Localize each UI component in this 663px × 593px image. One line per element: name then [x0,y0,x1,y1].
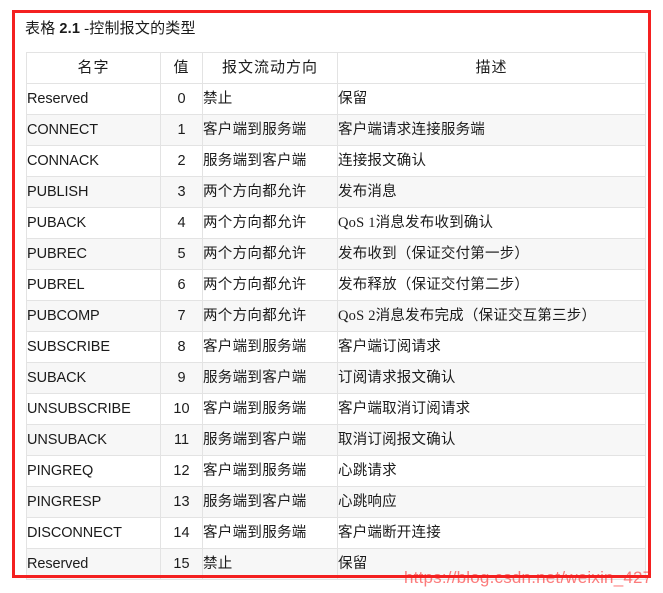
table-row: UNSUBSCRIBE 10 客户端到服务端 客户端取消订阅请求 [26,393,646,425]
cell-flow-direction: 服务端到客户端 [202,145,338,177]
cell-packet-value: 13 [160,486,203,518]
cell-flow-direction: 禁止 [202,83,338,115]
cell-packet-name: PUBACK [26,207,161,239]
cell-packet-value: 9 [160,362,203,394]
cell-packet-name: UNSUBACK [26,424,161,456]
caption-prefix: 表格 [25,21,60,37]
cell-packet-description: 客户端取消订阅请求 [337,393,646,425]
caption-number: 2.1 [59,21,81,37]
cell-packet-name: Reserved [26,548,161,580]
cell-packet-description: 心跳请求 [337,455,646,487]
cell-flow-direction: 客户端到服务端 [202,517,338,549]
cell-packet-name: CONNACK [26,145,161,177]
cell-flow-direction: 客户端到服务端 [202,455,338,487]
cell-packet-name: SUBACK [26,362,161,394]
cell-packet-description: 连接报文确认 [337,145,646,177]
cell-packet-name: PINGRESP [26,486,161,518]
table-row: SUBACK 9 服务端到客户端 订阅请求报文确认 [26,362,646,394]
table-row: Reserved 0 禁止 保留 [26,83,646,115]
caption-suffix: -控制报文的类型 [80,21,196,37]
table-row: PUBCOMP 7 两个方向都允许 QoS 2消息发布完成（保证交互第三步） [26,300,646,332]
cell-packet-description: 客户端断开连接 [337,517,646,549]
cell-packet-description: 发布收到（保证交付第一步） [337,238,646,270]
table-row: DISCONNECT 14 客户端到服务端 客户端断开连接 [26,517,646,549]
cell-packet-name: PUBREL [26,269,161,301]
cell-packet-value: 1 [160,114,203,146]
column-header-value: 值 [160,52,203,84]
cell-packet-description: 心跳响应 [337,486,646,518]
cell-packet-description: 客户端订阅请求 [337,331,646,363]
cell-flow-direction: 禁止 [202,548,338,580]
table-row: PUBLISH 3 两个方向都允许 发布消息 [26,176,646,208]
cell-packet-value: 15 [160,548,203,580]
cell-packet-description: 订阅请求报文确认 [337,362,646,394]
table-body: Reserved 0 禁止 保留 CONNECT 1 客户端到服务端 客户端请求连接服务端 CO… [26,83,646,580]
control-packet-types-table: 名字 值 报文流动方向 描述 Reserved 0 禁止 保留 CONNECT 1 客户端到… [26,52,646,580]
cell-packet-description: 客户端请求连接服务端 [337,114,646,146]
cell-packet-value: 5 [160,238,203,270]
cell-packet-name: PUBREC [26,238,161,270]
column-header-name: 名字 [26,52,161,84]
table-row: PUBREL 6 两个方向都允许 发布释放（保证交付第二步） [26,269,646,301]
cell-flow-direction: 服务端到客户端 [202,424,338,456]
cell-packet-description: 发布释放（保证交付第二步） [337,269,646,301]
cell-flow-direction: 服务端到客户端 [202,486,338,518]
cell-packet-description: QoS 1消息发布收到确认 [337,207,646,239]
table-row: PUBACK 4 两个方向都允许 QoS 1消息发布收到确认 [26,207,646,239]
cell-flow-direction: 两个方向都允许 [202,176,338,208]
table-caption: 表格 2.1 -控制报文的类型 [25,17,196,38]
cell-packet-value: 12 [160,455,203,487]
cell-flow-direction: 客户端到服务端 [202,393,338,425]
table-row: PINGREQ 12 客户端到服务端 心跳请求 [26,455,646,487]
cell-flow-direction: 两个方向都允许 [202,238,338,270]
cell-packet-description: 取消订阅报文确认 [337,424,646,456]
packet-types-table-wrapper: 名字 值 报文流动方向 描述 Reserved 0 禁止 保留 CONNECT 1 客户端到… [26,52,646,580]
cell-packet-description: 保留 [337,83,646,115]
table-row: SUBSCRIBE 8 客户端到服务端 客户端订阅请求 [26,331,646,363]
cell-packet-name: DISCONNECT [26,517,161,549]
cell-packet-value: 7 [160,300,203,332]
cell-packet-value: 4 [160,207,203,239]
cell-packet-value: 2 [160,145,203,177]
cell-packet-name: PINGREQ [26,455,161,487]
cell-packet-name: PUBCOMP [26,300,161,332]
cell-packet-value: 10 [160,393,203,425]
table-row: CONNACK 2 服务端到客户端 连接报文确认 [26,145,646,177]
cell-packet-value: 3 [160,176,203,208]
table-row: PUBREC 5 两个方向都允许 发布收到（保证交付第一步） [26,238,646,270]
header-row: 名字 值 报文流动方向 描述 [26,52,646,84]
cell-packet-value: 6 [160,269,203,301]
cell-packet-name: CONNECT [26,114,161,146]
cell-flow-direction: 两个方向都允许 [202,300,338,332]
cell-packet-value: 0 [160,83,203,115]
table-header: 名字 值 报文流动方向 描述 [26,52,646,84]
table-row: Reserved 15 禁止 保留 [26,548,646,580]
cell-packet-description: 发布消息 [337,176,646,208]
cell-packet-value: 11 [160,424,203,456]
column-header-direction: 报文流动方向 [202,52,338,84]
cell-packet-name: PUBLISH [26,176,161,208]
table-row: UNSUBACK 11 服务端到客户端 取消订阅报文确认 [26,424,646,456]
cell-packet-name: UNSUBSCRIBE [26,393,161,425]
column-header-description: 描述 [337,52,646,84]
cell-packet-value: 8 [160,331,203,363]
cell-packet-description: 保留 [337,548,646,580]
figure-container: 表格 2.1 -控制报文的类型 名字 值 报文流动方向 描述 Reserved 0… [12,10,651,593]
cell-flow-direction: 两个方向都允许 [202,269,338,301]
table-row: PINGRESP 13 服务端到客户端 心跳响应 [26,486,646,518]
table-row: CONNECT 1 客户端到服务端 客户端请求连接服务端 [26,114,646,146]
cell-flow-direction: 客户端到服务端 [202,114,338,146]
cell-flow-direction: 服务端到客户端 [202,362,338,394]
cell-flow-direction: 客户端到服务端 [202,331,338,363]
cell-packet-name: SUBSCRIBE [26,331,161,363]
cell-packet-value: 14 [160,517,203,549]
cell-flow-direction: 两个方向都允许 [202,207,338,239]
cell-packet-name: Reserved [26,83,161,115]
cell-packet-description: QoS 2消息发布完成（保证交互第三步） [337,300,646,332]
